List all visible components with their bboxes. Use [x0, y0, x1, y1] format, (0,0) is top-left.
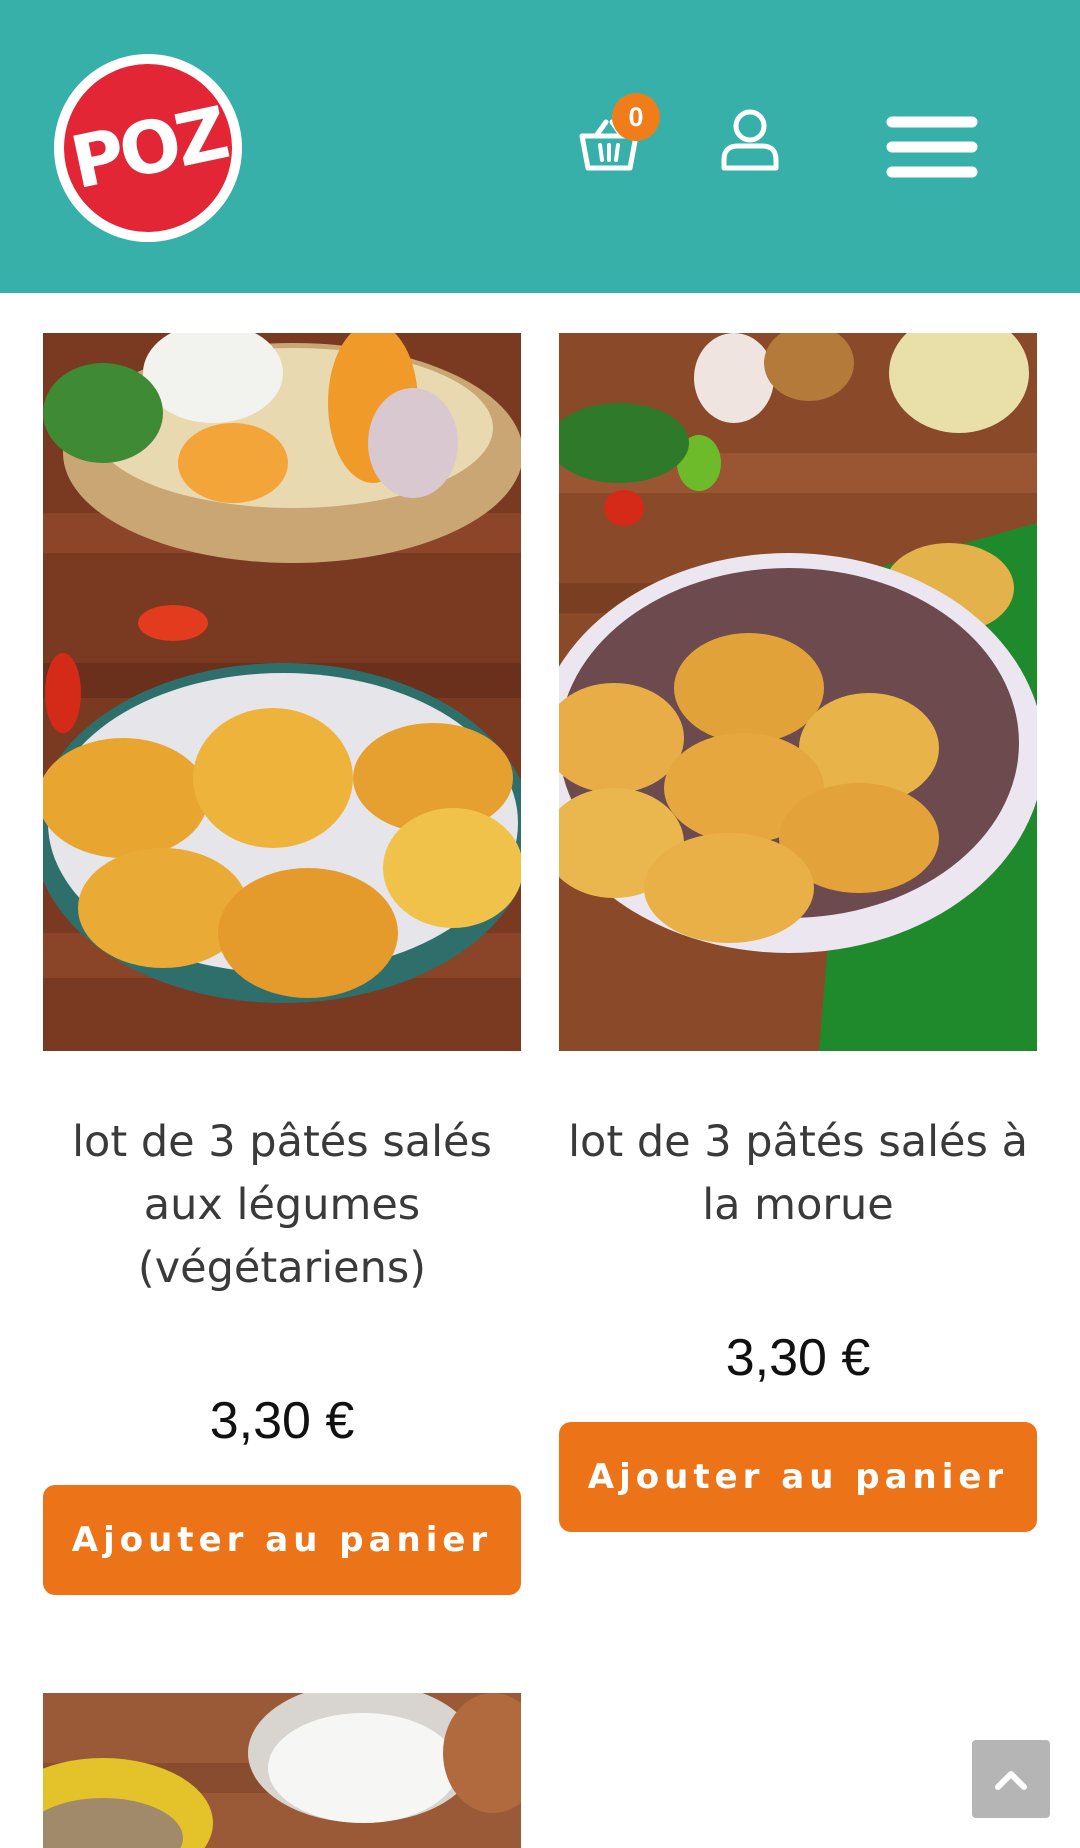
- user-icon[interactable]: [720, 108, 780, 172]
- product-price: 3,30 €: [725, 1329, 871, 1387]
- menu-icon[interactable]: [886, 114, 978, 180]
- logo-text: POZ: [63, 90, 233, 206]
- logo-badge: POZ: [48, 48, 248, 248]
- add-to-cart-button[interactable]: Ajouter au panier: [43, 1485, 521, 1595]
- product-title[interactable]: lot de 3 pâtés salés à la morue: [559, 1111, 1037, 1237]
- product-title[interactable]: lot de 3 pâtés salés aux légumes (végéta…: [43, 1111, 521, 1300]
- add-to-cart-button[interactable]: Ajouter au panier: [559, 1422, 1037, 1532]
- product-image[interactable]: [43, 1693, 521, 1848]
- product-image[interactable]: [559, 333, 1037, 1051]
- cart-count-badge: 0: [612, 93, 660, 141]
- site-header: POZ 0: [0, 0, 1080, 293]
- scroll-to-top-button[interactable]: [972, 1740, 1050, 1818]
- product-price: 3,30 €: [209, 1392, 355, 1450]
- logo[interactable]: POZ: [48, 48, 248, 248]
- chevron-up-icon: [995, 1771, 1027, 1790]
- product-image[interactable]: [43, 333, 521, 1051]
